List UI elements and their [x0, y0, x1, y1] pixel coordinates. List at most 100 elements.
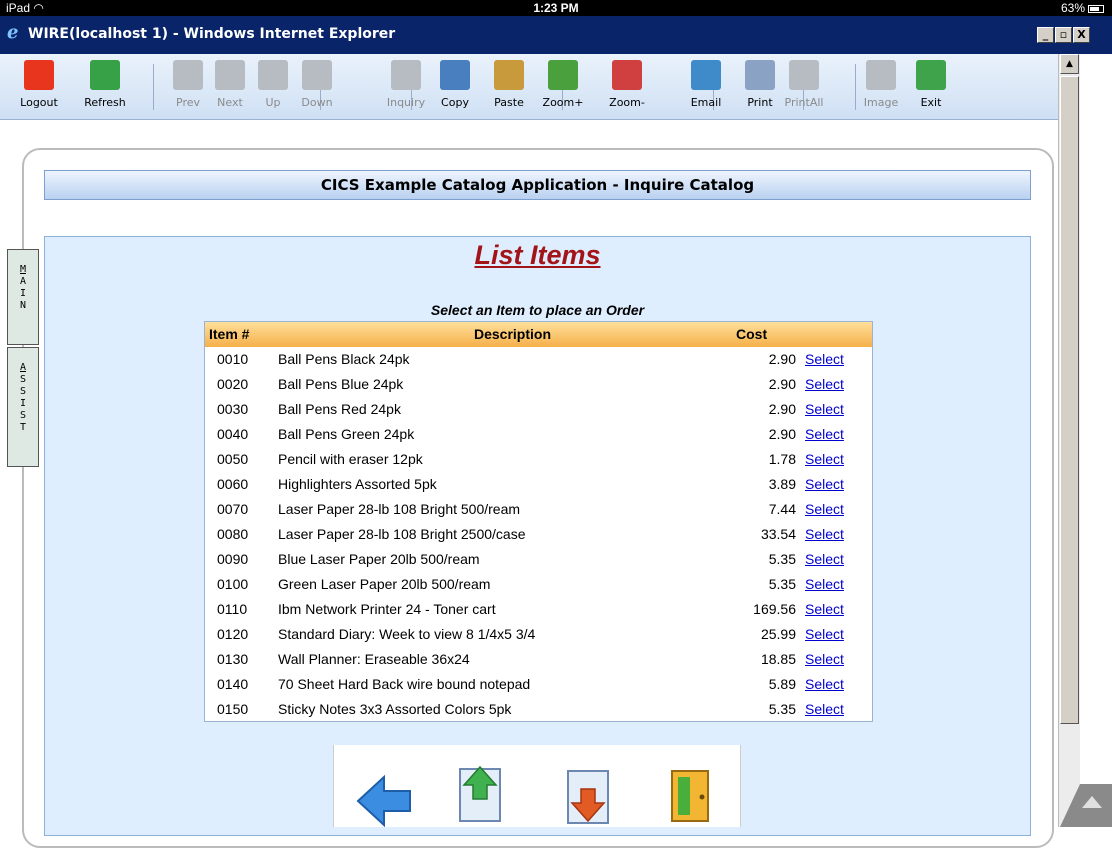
toolbar-button-refresh[interactable]: Refresh: [80, 60, 130, 116]
item-description: Ball Pens Black 24pk: [278, 351, 410, 367]
tab-letter: N: [19, 300, 27, 311]
item-description: Standard Diary: Week to view 8 1/4x5 3/4: [278, 626, 536, 642]
main-tab[interactable]: MAIN: [7, 249, 39, 345]
select-link[interactable]: Select: [805, 676, 844, 692]
table-row: 0140 70 Sheet Hard Back wire bound notepa…: [205, 672, 872, 697]
tab-letter: S: [19, 374, 27, 385]
close-button[interactable]: X: [1073, 27, 1090, 43]
page-subtitle: Select an Item to place an Order: [430, 302, 645, 318]
table-row: 0070 Laser Paper 28-lb 108 Bright 500/rea…: [205, 497, 872, 522]
toolbar-button-logout[interactable]: Logout: [14, 60, 64, 116]
item-description: Pencil with eraser 12pk: [278, 451, 423, 467]
column-header-cost: Cost: [736, 326, 768, 342]
item-cost: 2.90: [768, 401, 796, 417]
maximize-button[interactable]: ▫: [1055, 27, 1072, 43]
select-link[interactable]: Select: [805, 401, 844, 417]
item-cost: 33.54: [760, 526, 796, 542]
toolbar-button-exit[interactable]: Exit: [906, 60, 956, 116]
item-number: 0010: [217, 351, 249, 367]
toolbar-button-image: Image: [856, 60, 906, 116]
item-cost: 25.99: [760, 626, 796, 642]
select-link[interactable]: Select: [805, 651, 844, 667]
page-down-icon[interactable]: [562, 763, 622, 827]
table-row: 0020 Ball Pens Blue 24pk 2.90 Select: [205, 372, 872, 397]
toolbar-button-copy[interactable]: Copy: [430, 60, 480, 116]
item-cost: 3.89: [768, 476, 796, 492]
item-number: 0020: [217, 376, 249, 392]
column-header-description: Description: [474, 326, 552, 342]
toolbar-button-label: Image: [863, 96, 899, 109]
item-cost: 2.90: [768, 426, 796, 442]
toolbar-button-printall: PrintAll: [779, 60, 829, 116]
select-link[interactable]: Select: [805, 601, 844, 617]
page-up-icon[interactable]: [454, 763, 514, 827]
logout-icon: [24, 60, 54, 90]
minimize-button[interactable]: _: [1037, 27, 1054, 43]
table-row: 0150 Sticky Notes 3x3 Assorted Colors 5pk…: [205, 697, 872, 722]
arrow-down-icon: [302, 60, 332, 90]
toolbar-button-email[interactable]: Email: [681, 60, 731, 116]
scroll-thumb[interactable]: [1060, 76, 1079, 724]
toolbar-button-zoom[interactable]: Zoom+: [538, 60, 588, 116]
select-link[interactable]: Select: [805, 551, 844, 567]
item-number: 0150: [217, 701, 249, 717]
assist-tab[interactable]: ASSIST: [7, 347, 39, 467]
item-cost: 18.85: [760, 651, 796, 667]
item-description: Ibm Network Printer 24 - Toner cart: [278, 601, 496, 617]
exit-icon: [916, 60, 946, 90]
tab-letter: M: [19, 264, 27, 275]
window-title-bar: ℯ WIRE(localhost 1) - Windows Internet E…: [0, 16, 1112, 54]
toolbar-button-zoom[interactable]: Zoom-: [602, 60, 652, 116]
select-link[interactable]: Select: [805, 526, 844, 542]
internet-explorer-icon: ℯ: [7, 22, 19, 43]
tab-letter: T: [19, 422, 27, 433]
select-link[interactable]: Select: [805, 426, 844, 442]
tab-letter: A: [19, 362, 27, 373]
back-arrow-icon[interactable]: [354, 763, 414, 827]
item-number: 0110: [217, 601, 248, 617]
toolbar-button-print[interactable]: Print: [735, 60, 785, 116]
select-link[interactable]: Select: [805, 451, 844, 467]
exit-door-icon[interactable]: [664, 763, 724, 827]
print-icon: [745, 60, 775, 90]
select-link[interactable]: Select: [805, 501, 844, 517]
item-cost: 5.89: [768, 676, 796, 692]
table-header: Item # Description Cost: [205, 322, 872, 347]
item-description: Wall Planner: Eraseable 36x24: [278, 651, 470, 667]
toolbar-button-paste[interactable]: Paste: [484, 60, 534, 116]
toolbar-button-label: Down: [301, 96, 333, 109]
page-title: List Items: [474, 240, 601, 270]
item-cost: 5.35: [768, 701, 796, 717]
tab-letter: S: [19, 410, 27, 421]
scroll-to-top-icon[interactable]: [1040, 780, 1112, 827]
table-row: 0060 Highlighters Assorted 5pk 3.89 Select: [205, 472, 872, 497]
item-description: Highlighters Assorted 5pk: [278, 476, 437, 492]
item-description: 70 Sheet Hard Back wire bound notepad: [278, 676, 531, 692]
toolbar: Logout Refresh Prev Next Up Down Inquiry Copy Pa…: [0, 54, 1058, 120]
item-cost: 7.44: [768, 501, 796, 517]
zoom-in-icon: [548, 60, 578, 90]
toolbar-button-label: Print: [747, 96, 773, 109]
item-description: Laser Paper 28-lb 108 Bright 500/ream: [278, 501, 521, 517]
battery-icon: [1088, 4, 1104, 13]
item-cost: 2.90: [768, 376, 796, 392]
toolbar-button-label: Logout: [20, 96, 58, 109]
select-link[interactable]: Select: [805, 351, 844, 367]
select-link[interactable]: Select: [805, 626, 844, 642]
vertical-scrollbar[interactable]: ▲: [1058, 54, 1080, 827]
tab-letter: S: [19, 386, 27, 397]
scroll-up-arrow-icon[interactable]: ▲: [1060, 54, 1079, 74]
table-row: 0050 Pencil with eraser 12pk 1.78 Select: [205, 447, 872, 472]
select-link[interactable]: Select: [805, 576, 844, 592]
toolbar-button-down: Down: [292, 60, 342, 116]
item-description: Ball Pens Green 24pk: [278, 426, 415, 442]
select-link[interactable]: Select: [805, 701, 844, 717]
column-header-item: Item #: [209, 326, 250, 342]
item-cost: 2.90: [768, 351, 796, 367]
navigation-bar: [333, 745, 741, 827]
select-link[interactable]: Select: [805, 376, 844, 392]
table-row: 0120 Standard Diary: Week to view 8 1/4x5…: [205, 622, 872, 647]
select-link[interactable]: Select: [805, 476, 844, 492]
toolbar-button-label: Zoom+: [542, 96, 584, 109]
item-number: 0090: [217, 551, 249, 567]
